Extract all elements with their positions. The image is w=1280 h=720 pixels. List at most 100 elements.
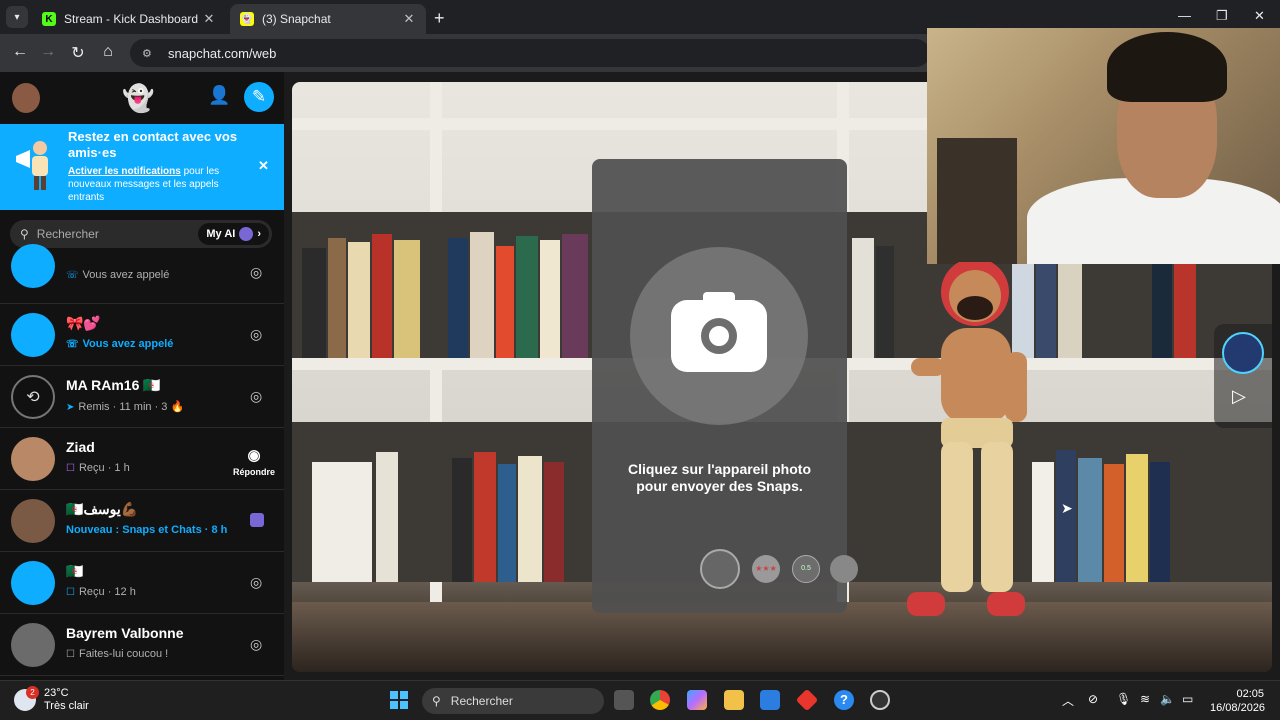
play-icon[interactable]: ▷ xyxy=(1232,386,1246,407)
camera-capture-button[interactable] xyxy=(630,247,808,425)
copilot-icon[interactable] xyxy=(687,690,707,710)
search-input[interactable]: ⚲ Rechercher My AI › xyxy=(10,220,272,248)
notification-banner: Restez en contact avec vos amis·es Activ… xyxy=(0,124,284,210)
chrome-icon[interactable] xyxy=(650,690,670,710)
new-chat-button[interactable]: ✎ xyxy=(244,82,274,112)
my-profile-avatar[interactable] xyxy=(12,83,40,113)
chat-name: 🇩🇿 xyxy=(66,563,84,579)
my-ai-label: My AI xyxy=(206,228,236,240)
taskbar: 2 23°C Très clair ⚲ Rechercher ? ︿ ⊘ 🎙 ≋ … xyxy=(0,680,1280,720)
chat-status: Nouveau : Snaps et Chats · 8 h xyxy=(66,524,227,536)
clock[interactable]: 02:05 16/08/2026 xyxy=(1210,687,1265,715)
maximize-icon[interactable]: ❐ xyxy=(1216,8,1228,24)
lens-zoom-button[interactable]: 0.5 xyxy=(792,555,820,583)
list-item[interactable]: 🇩🇿يوسف💪🏾 Nouveau : Snaps et Chats · 8 h xyxy=(0,490,284,552)
list-item[interactable]: Ziad ☐ Reçu · 1 h ◉ Répondre xyxy=(0,428,284,490)
camera-icon[interactable]: ◎ xyxy=(250,574,262,591)
my-ai-button[interactable]: My AI › xyxy=(198,223,269,245)
chat-bubble-icon: ☐ xyxy=(66,587,75,598)
new-tab-button[interactable]: + xyxy=(434,8,445,29)
tab-snapchat[interactable]: 👻 (3) Snapchat ✕ xyxy=(230,4,426,34)
received-square-icon: ☐ xyxy=(66,463,75,474)
minimize-icon[interactable]: — xyxy=(1178,8,1191,23)
chat-status-text: Vous avez appelé xyxy=(82,269,170,281)
avatar: ⟲ xyxy=(11,375,55,419)
chat-bubble-icon: ☐ xyxy=(66,649,75,660)
task-view-icon[interactable] xyxy=(614,690,634,710)
camera-icon[interactable]: ◎ xyxy=(250,264,262,281)
list-item[interactable]: ☏ Vous avez appelé ◎ xyxy=(0,244,284,304)
microphone-icon[interactable]: 🎙 xyxy=(1116,692,1131,706)
taskbar-search-input[interactable]: ⚲ Rechercher xyxy=(422,688,604,714)
lens-none-button[interactable] xyxy=(700,549,740,589)
chat-bubble-icon[interactable] xyxy=(250,513,264,527)
close-icon[interactable]: ✕ xyxy=(258,158,269,174)
list-item[interactable]: 🎀💕 ☏ Vous avez appelé ◎ xyxy=(0,304,284,366)
tab-title: Stream - Kick Dashboard xyxy=(64,12,199,26)
weather-desc: Très clair xyxy=(44,700,89,712)
notification-body: Activer les notifications pour les nouve… xyxy=(68,165,248,204)
chat-status-text: Reçu · 1 h xyxy=(78,462,130,474)
app-red-diamond-icon[interactable] xyxy=(795,688,819,712)
back-icon[interactable]: ← xyxy=(10,43,30,61)
obs-icon[interactable] xyxy=(870,690,890,710)
site-info-icon[interactable]: ⚙ xyxy=(142,47,156,60)
weather-widget[interactable]: 2 23°C Très clair xyxy=(14,686,89,713)
webcam-overlay xyxy=(927,28,1280,264)
camera-icon[interactable]: ◎ xyxy=(250,636,262,653)
eye-off-icon[interactable]: ⊘ xyxy=(1088,692,1098,706)
side-controls: ▷ xyxy=(1214,324,1272,428)
clock-time: 02:05 xyxy=(1236,688,1264,700)
chat-status-text: Remis · 11 min · 3 🔥 xyxy=(78,401,185,413)
chevron-up-icon[interactable]: ︿ xyxy=(1062,692,1074,709)
chat-status: ☐ Reçu · 1 h xyxy=(66,462,130,474)
tab-kick-dashboard[interactable]: K Stream - Kick Dashboard ✕ xyxy=(32,4,226,34)
capture-panel: Cliquez sur l'appareil photo pour envoye… xyxy=(592,159,858,613)
store-icon[interactable] xyxy=(760,690,780,710)
tab-search-menu-button[interactable]: ▾ xyxy=(6,6,28,28)
bitmoji-avatar xyxy=(907,262,1027,616)
reply-button[interactable]: ◉ Répondre xyxy=(232,446,276,477)
chat-status-text: Nouveau : Snaps et Chats · 8 h xyxy=(66,524,228,536)
volume-icon[interactable]: 🔈 xyxy=(1160,692,1175,706)
lens-more-button[interactable] xyxy=(830,555,858,583)
person-hair xyxy=(1107,32,1227,102)
lens-stars-button[interactable]: ★★★ xyxy=(752,555,780,583)
windows-start-icon[interactable] xyxy=(390,691,408,709)
camera-icon[interactable]: ◎ xyxy=(250,326,262,343)
wifi-icon[interactable]: ≋ xyxy=(1140,692,1150,706)
list-item[interactable]: Bayrem Valbonne ☐ Faites-lui coucou ! ◎ xyxy=(0,614,284,676)
close-window-icon[interactable]: ✕ xyxy=(1254,8,1265,24)
chat-name: Bayrem Valbonne xyxy=(66,625,184,641)
list-item[interactable]: ⟲ MA RAm16 🇩🇿 ➤ Remis · 11 min · 3 🔥 ◎ xyxy=(0,366,284,428)
battery-icon[interactable]: ▭ xyxy=(1182,692,1193,706)
friend-story-avatar[interactable] xyxy=(1222,332,1264,374)
snapchat-favicon-icon: 👻 xyxy=(240,12,254,26)
search-icon: ⚲ xyxy=(432,694,441,708)
weather-icon: 2 xyxy=(14,686,39,711)
chat-name: MA RAm16 🇩🇿 xyxy=(66,377,161,393)
add-friend-icon[interactable]: 👤 xyxy=(208,85,230,106)
enable-notifications-link[interactable]: Activer les notifications xyxy=(68,166,181,177)
forward-icon[interactable]: → xyxy=(38,43,58,61)
home-icon[interactable]: ⌂ xyxy=(98,43,118,61)
file-explorer-icon[interactable] xyxy=(724,690,744,710)
list-item[interactable]: 🇩🇿 ☐ Reçu · 12 h ◎ xyxy=(0,552,284,614)
avatar xyxy=(11,561,55,605)
close-tab-icon[interactable]: ✕ xyxy=(202,11,216,27)
chat-status-text: Faites-lui coucou ! xyxy=(78,648,169,660)
chat-status: ☏ Vous avez appelé xyxy=(66,338,173,350)
camera-icon[interactable]: ◎ xyxy=(250,388,262,405)
notification-title: Restez en contact avec vos amis·es xyxy=(68,129,238,160)
search-placeholder: Rechercher xyxy=(36,227,99,241)
chat-status-text: Reçu · 12 h xyxy=(78,586,136,598)
close-tab-icon[interactable]: ✕ xyxy=(402,11,416,27)
avatar xyxy=(11,499,55,543)
url-text: snapchat.com/web xyxy=(168,45,277,61)
call-icon: ☏ xyxy=(66,339,79,350)
search-icon: ⚲ xyxy=(20,227,29,241)
help-icon[interactable]: ? xyxy=(834,690,854,710)
notification-badge: 2 xyxy=(26,686,39,699)
address-bar[interactable]: ⚙ snapchat.com/web xyxy=(130,39,930,67)
reload-icon[interactable]: ↻ xyxy=(68,43,88,63)
